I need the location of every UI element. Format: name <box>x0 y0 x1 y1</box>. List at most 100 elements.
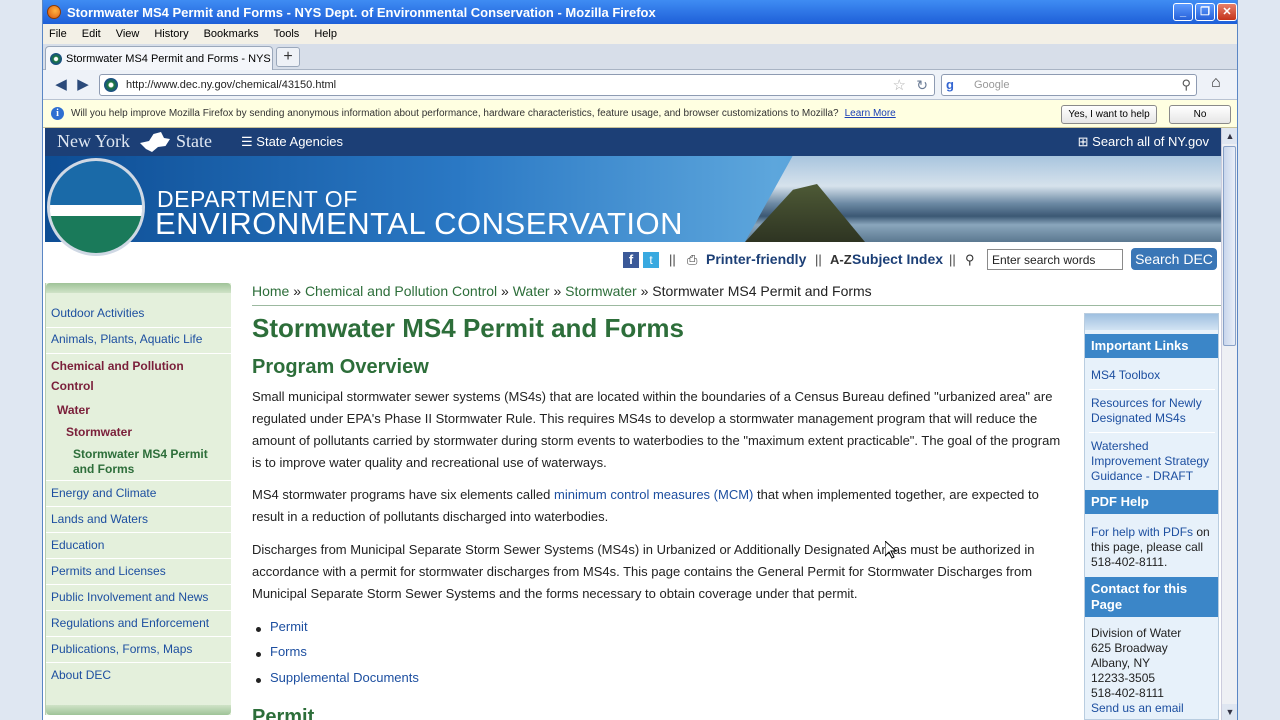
pdf-help-link[interactable]: For help with PDFs <box>1091 525 1193 539</box>
subject-index-link[interactable]: Subject Index <box>852 251 943 267</box>
vertical-scrollbar[interactable]: ▲ ▼ <box>1221 128 1237 720</box>
mcm-link[interactable]: minimum control measures (MCM) <box>554 487 753 502</box>
nav-energy-climate[interactable]: Energy and Climate <box>51 484 156 503</box>
reload-icon[interactable]: ↻ <box>916 77 928 94</box>
overview-paragraph-3: Discharges from Municipal Separate Storm… <box>252 542 1035 601</box>
breadcrumb-chemical[interactable]: Chemical and Pollution Control <box>305 283 497 299</box>
info-icon: i <box>51 107 64 120</box>
permit-link[interactable]: Permit <box>270 619 308 634</box>
breadcrumb-home[interactable]: Home <box>252 283 289 299</box>
forms-link[interactable]: Forms <box>270 644 307 659</box>
nav-outdoor-activities[interactable]: Outdoor Activities <box>51 304 144 323</box>
forward-icon[interactable]: ▶ <box>73 75 93 95</box>
menu-help[interactable]: Help <box>314 28 337 40</box>
breadcrumb-stormwater[interactable]: Stormwater <box>565 283 637 299</box>
nav-stormwater-ms4-forms[interactable]: and Forms <box>73 460 134 479</box>
contact-city: Albany, NY <box>1091 656 1151 670</box>
separator: || <box>669 252 676 267</box>
dec-banner: DEPARTMENT OF ENVIRONMENTAL CONSERVATION <box>45 156 1221 242</box>
search-nygov-link[interactable]: ⊞ Search all of NY.gov <box>1078 134 1209 150</box>
nav-animals-plants[interactable]: Animals, Plants, Aquatic Life <box>51 330 202 349</box>
ms4-toolbox-link[interactable]: MS4 Toolbox <box>1091 368 1215 383</box>
mouse-cursor-icon <box>885 541 897 559</box>
permit-heading: Permit <box>252 706 315 720</box>
separator: || <box>949 252 956 267</box>
nav-regulations[interactable]: Regulations and Enforcement <box>51 614 209 633</box>
back-icon[interactable]: ◀ <box>51 75 71 95</box>
search-bar[interactable]: g Google ⚲ <box>941 74 1197 96</box>
no-button[interactable]: No <box>1169 105 1231 124</box>
overview-paragraph-1: Small municipal stormwater sewer systems… <box>252 389 1061 470</box>
facebook-icon[interactable]: f <box>623 252 639 268</box>
url-text: http://www.dec.ny.gov/chemical/43150.htm… <box>126 79 337 91</box>
breadcrumb-divider <box>252 305 1222 306</box>
close-button[interactable]: ✕ <box>1217 3 1237 21</box>
contact-division: Division of Water <box>1091 626 1182 640</box>
nav-stormwater[interactable]: Stormwater <box>66 423 132 442</box>
nav-about-dec[interactable]: About DEC <box>51 666 111 685</box>
nav-water[interactable]: Water <box>57 401 90 420</box>
right-sidebar: Important Links MS4 Toolbox Resources fo… <box>1084 313 1219 720</box>
dec-favicon-icon <box>50 52 62 65</box>
twitter-icon[interactable]: t <box>643 252 659 268</box>
maximize-button[interactable]: ❐ <box>1195 3 1215 21</box>
menu-edit[interactable]: Edit <box>82 28 101 40</box>
breadcrumb: Home » Chemical and Pollution Control » … <box>252 283 872 299</box>
title-bar: Stormwater MS4 Permit and Forms - NYS De… <box>43 0 1237 24</box>
nav-chemical-pollution[interactable]: Chemical and Pollution <box>51 357 184 376</box>
nav-chemical-pollution-control[interactable]: Control <box>51 377 94 396</box>
breadcrumb-water[interactable]: Water <box>513 283 550 299</box>
search-nygov-label: Search all of NY.gov <box>1092 134 1209 149</box>
pdf-help-heading: PDF Help <box>1085 490 1218 514</box>
left-nav-cap <box>46 283 231 293</box>
state-agencies-link[interactable]: ☰ State Agencies <box>241 134 343 150</box>
nav-education[interactable]: Education <box>51 536 104 555</box>
printer-icon: ⎙ <box>687 252 698 267</box>
menu-tools[interactable]: Tools <box>274 28 300 40</box>
site-identity-icon <box>104 78 118 92</box>
nys-state[interactable]: State <box>176 131 212 152</box>
nav-permits-licenses[interactable]: Permits and Licenses <box>51 562 166 581</box>
main-content: Home » Chemical and Pollution Control » … <box>252 283 1222 720</box>
search-icon[interactable]: ⚲ <box>1181 77 1191 93</box>
url-bar[interactable]: http://www.dec.ny.gov/chemical/43150.htm… <box>99 74 935 96</box>
star-icon[interactable]: ☆ <box>893 76 906 94</box>
program-overview-heading: Program Overview <box>252 356 429 378</box>
contact-street: 625 Broadway <box>1091 641 1168 655</box>
nav-public-involvement[interactable]: Public Involvement and News <box>51 588 208 607</box>
right-sidebar-cap <box>1085 314 1218 330</box>
resources-newly-designated-link[interactable]: Resources for Newly Designated MS4s <box>1091 396 1215 426</box>
supplemental-docs-link[interactable]: Supplemental Documents <box>270 670 419 685</box>
menu-view[interactable]: View <box>116 28 140 40</box>
separator: || <box>815 252 822 267</box>
minimize-button[interactable]: _ <box>1173 3 1193 21</box>
new-tab-button[interactable]: + <box>276 47 300 67</box>
nys-new-york[interactable]: New York <box>57 131 130 152</box>
nav-publications[interactable]: Publications, Forms, Maps <box>51 640 192 659</box>
scroll-down-icon[interactable]: ▼ <box>1222 704 1237 720</box>
utility-bar: f t || ⎙ Printer-friendly || A-Z Subject… <box>43 248 1219 274</box>
search-magnifier-icon: ⚲ <box>965 252 975 267</box>
watershed-strategy-link[interactable]: Watershed Improvement Strategy Guidance … <box>1091 439 1215 484</box>
window-title: Stormwater MS4 Permit and Forms - NYS De… <box>67 4 656 20</box>
menu-history[interactable]: History <box>154 28 188 40</box>
tab-active[interactable]: Stormwater MS4 Permit and Forms - NYS De… <box>45 46 273 70</box>
home-icon[interactable]: ⌂ <box>1211 74 1221 92</box>
learn-more-link[interactable]: Learn More <box>845 108 896 119</box>
scroll-up-icon[interactable]: ▲ <box>1222 128 1237 144</box>
nav-lands-waters[interactable]: Lands and Waters <box>51 510 148 529</box>
menu-bookmarks[interactable]: Bookmarks <box>204 28 259 40</box>
breadcrumb-separator: » <box>640 283 649 299</box>
dec-search-input[interactable] <box>987 249 1123 270</box>
yes-help-button[interactable]: Yes, I want to help <box>1061 105 1157 124</box>
web-page: New York State ☰ State Agencies ⊞ Search… <box>43 128 1223 720</box>
scroll-thumb[interactable] <box>1223 146 1236 346</box>
email-link[interactable]: Send us an email <box>1091 701 1215 716</box>
search-dec-button[interactable]: Search DEC <box>1131 248 1217 270</box>
dec-logo[interactable] <box>47 158 145 256</box>
left-nav-bottom-cap <box>46 705 231 715</box>
overview-paragraph-2: MS4 stormwater programs have six element… <box>252 484 1067 528</box>
printer-friendly-link[interactable]: Printer-friendly <box>706 251 806 267</box>
menu-file[interactable]: File <box>49 28 67 40</box>
tab-label: Stormwater MS4 Permit and Forms - NYS De… <box>66 52 272 65</box>
